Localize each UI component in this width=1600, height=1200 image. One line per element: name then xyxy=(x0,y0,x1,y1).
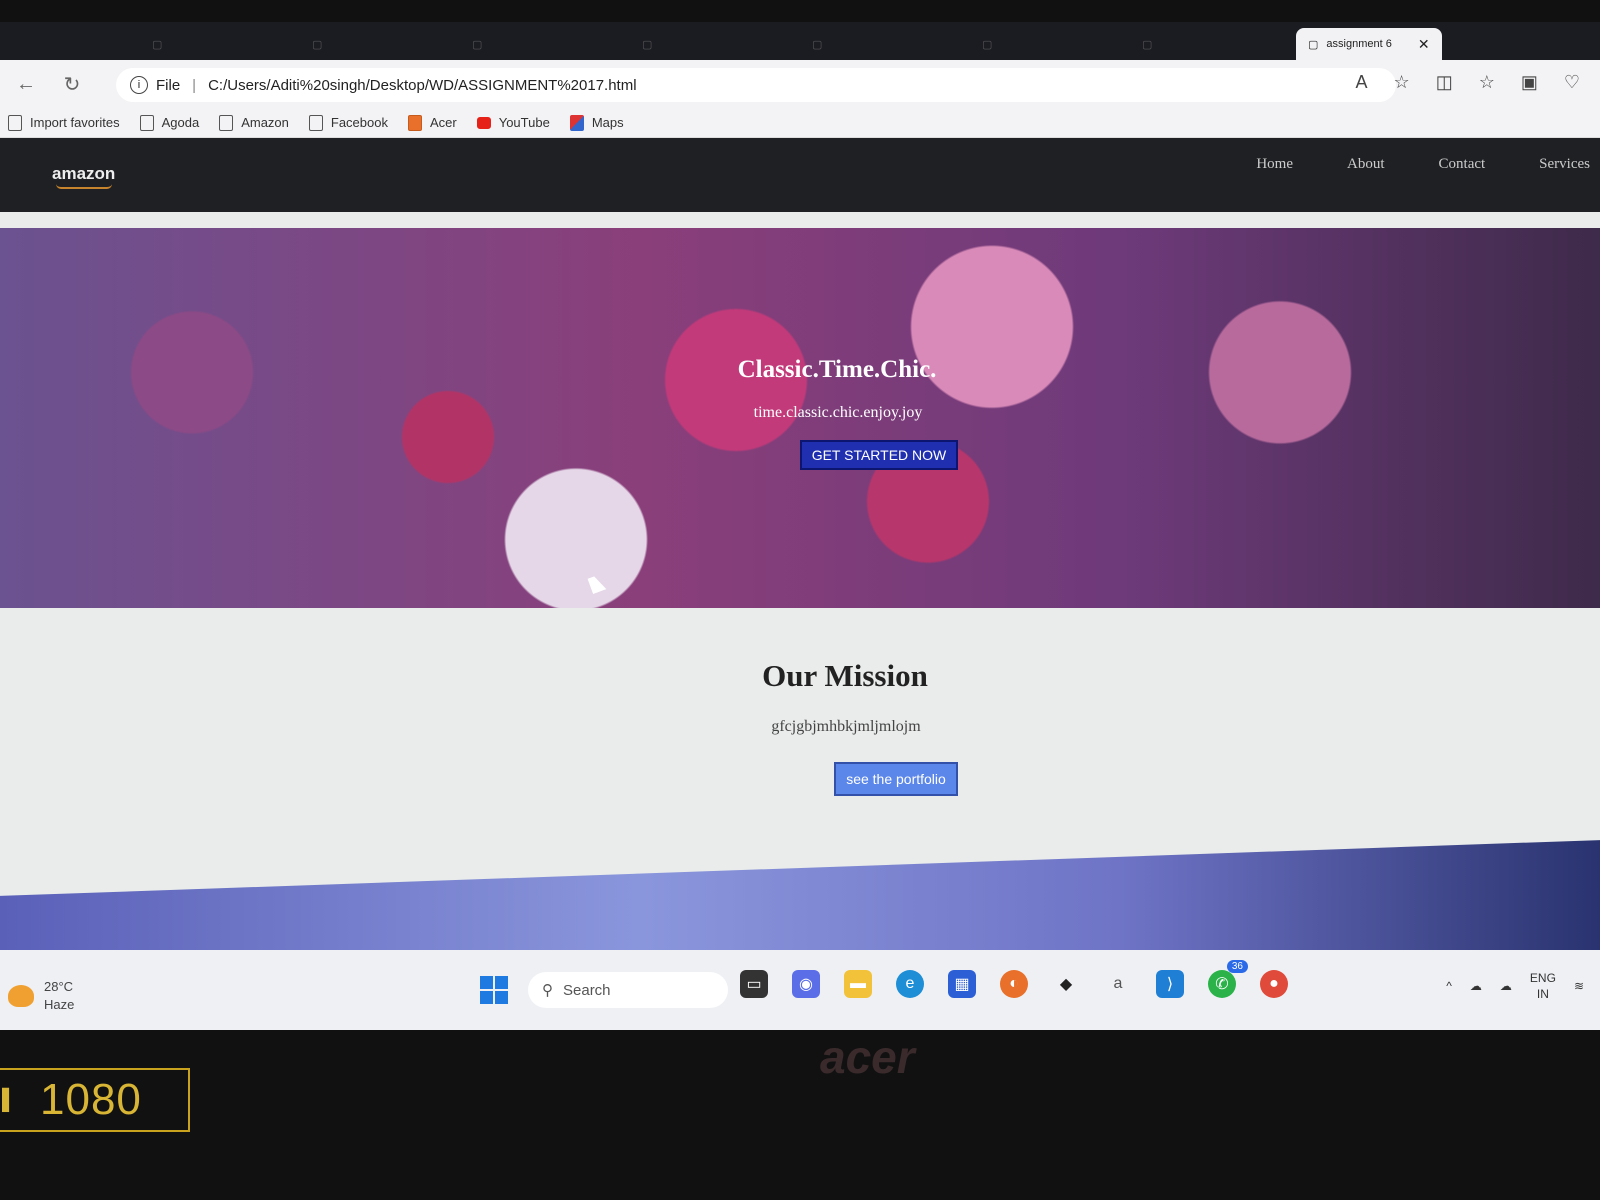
amazon-icon[interactable]: a xyxy=(1104,970,1132,998)
bookmark-amazon[interactable]: Amazon xyxy=(219,114,289,131)
site-navbar: amazon Home About Contact Services xyxy=(0,138,1600,212)
bookmarks-bar: Import favorites Agoda Amazon Facebook A… xyxy=(0,108,1600,138)
browser-toolbar: ← ↻ i File | C:/Users/Aditi%20singh/Desk… xyxy=(0,60,1600,108)
resolution-value: 1080 xyxy=(40,1075,142,1124)
maps-icon xyxy=(569,114,584,131)
firefox-icon[interactable]: ◐ xyxy=(1000,970,1028,998)
nav-contact[interactable]: Contact xyxy=(1439,156,1486,173)
whatsapp-icon[interactable]: ✆ 36 xyxy=(1208,960,1248,998)
hero-subtitle: time.classic.chic.enjoy.joy xyxy=(753,404,923,421)
store-icon[interactable]: ▦ xyxy=(948,970,976,998)
task-view-icon[interactable]: ▭ xyxy=(740,970,768,998)
windows-taskbar: 28°C Haze ⚲ Search ▭ ◉ ▬ e ▦ ◐ ◆ a ⟩ ✆ 36… xyxy=(0,950,1600,1030)
edge-icon[interactable]: e xyxy=(896,970,924,998)
get-started-button[interactable]: GET STARTED NOW xyxy=(800,440,958,470)
scheme-label: File xyxy=(156,76,181,94)
hero-banner: Classic.Time.Chic. time.classic.chic.enj… xyxy=(0,228,1600,608)
wifi-icon[interactable]: ≋ xyxy=(1574,979,1584,993)
page-icon xyxy=(139,114,154,131)
weather-icon xyxy=(8,985,34,1007)
bookmark-agoda[interactable]: Agoda xyxy=(139,114,200,131)
tab-active[interactable]: ▢ assignment 6 ✕ xyxy=(1296,28,1442,60)
refresh-button[interactable]: ↻ xyxy=(52,72,92,97)
language-code: ENG xyxy=(1529,971,1556,985)
site-menu: Home About Contact Services xyxy=(1256,156,1590,173)
resolution-overlay: ▌ 1080 xyxy=(0,1068,190,1132)
bookmark-label: Maps xyxy=(591,115,624,130)
divider: | xyxy=(192,76,197,94)
cloud-icon[interactable]: ☁ xyxy=(1470,979,1482,993)
bookmark-youtube[interactable]: YouTube xyxy=(476,115,550,130)
acer-bezel-logo: acer xyxy=(820,1031,915,1083)
mission-text: gfcjgbjmhbkjmljmlojm xyxy=(771,718,921,735)
bookmark-acer[interactable]: Acer xyxy=(407,114,457,131)
bookmark-maps[interactable]: Maps xyxy=(569,114,624,131)
tab-inactive[interactable]: ▢ xyxy=(460,28,494,60)
address-bar[interactable]: i File | C:/Users/Aditi%20singh/Desktop/… xyxy=(116,68,1396,102)
tab-inactive[interactable]: ▢ xyxy=(1130,28,1164,60)
tab-inactive[interactable]: ▢ xyxy=(630,28,664,60)
tab-title: assignment 6 xyxy=(1326,38,1392,50)
bookmark-facebook[interactable]: Facebook xyxy=(308,114,388,131)
vscode-icon[interactable]: ⟩ xyxy=(1156,970,1184,998)
site-logo[interactable]: amazon xyxy=(52,164,115,189)
nav-home[interactable]: Home xyxy=(1256,156,1293,173)
nav-about[interactable]: About xyxy=(1347,156,1385,173)
file-explorer-icon[interactable]: ▬ xyxy=(844,970,872,998)
hd-label-icon: ▌ xyxy=(2,1089,17,1111)
bookmark-label: Facebook xyxy=(330,115,388,130)
tab-inactive[interactable]: ▢ xyxy=(800,28,834,60)
split-screen-icon[interactable]: ◫ xyxy=(1436,72,1453,93)
extensions-icon[interactable]: ♡ xyxy=(1564,72,1580,93)
bookmark-label: YouTube xyxy=(498,115,550,130)
taskbar-search[interactable]: ⚲ Search xyxy=(528,972,728,1008)
bookmark-label: Agoda xyxy=(161,115,200,130)
bookmark-label: Acer xyxy=(429,115,457,130)
bookmark-label: Import favorites xyxy=(30,115,120,130)
dropbox-icon[interactable]: ◆ xyxy=(1052,970,1080,998)
region-code: IN xyxy=(1536,987,1549,1001)
url-text[interactable]: C:/Users/Aditi%20singh/Desktop/WD/ASSIGN… xyxy=(208,77,636,94)
tab-inactive[interactable]: ▢ xyxy=(300,28,334,60)
page-icon xyxy=(308,114,323,131)
tab-inactive[interactable]: ▢ xyxy=(970,28,1004,60)
read-aloud-icon[interactable]: A xyxy=(1356,72,1368,93)
back-button[interactable]: ← xyxy=(6,73,46,96)
taskbar-apps: ▭ ◉ ▬ e ▦ ◐ ◆ a ⟩ ✆ 36 ● xyxy=(740,960,1288,998)
weather-temp: 28°C xyxy=(44,979,74,994)
page-icon xyxy=(219,114,234,131)
collections-icon[interactable]: ▣ xyxy=(1521,72,1538,93)
search-placeholder: Search xyxy=(563,981,611,999)
youtube-icon xyxy=(476,116,491,129)
page-icon: ▢ xyxy=(1308,38,1319,51)
hero-title: Classic.Time.Chic. xyxy=(737,356,937,383)
chevron-up-icon[interactable]: ^ xyxy=(1446,979,1452,993)
chrome-icon[interactable]: ● xyxy=(1260,970,1288,998)
language-indicator[interactable]: ENG IN xyxy=(1530,970,1556,1002)
close-icon[interactable]: ✕ xyxy=(1418,36,1430,53)
import-icon xyxy=(8,114,22,131)
toolbar-icons: A ☆ ◫ ☆ ▣ ♡ xyxy=(1356,72,1580,93)
weather-condition: Haze xyxy=(44,997,75,1012)
portfolio-button[interactable]: see the portfolio xyxy=(834,762,958,796)
info-icon[interactable]: i xyxy=(130,76,148,94)
web-page: amazon Home About Contact Services Class… xyxy=(0,138,1600,960)
system-tray: ^ ☁ ☁ ENG IN ≋ xyxy=(1446,970,1584,1002)
windows-start-icon[interactable] xyxy=(480,976,508,1004)
folder-icon xyxy=(407,114,422,131)
bookmark-import-favorites[interactable]: Import favorites xyxy=(8,114,120,131)
notification-badge: 36 xyxy=(1226,960,1248,973)
search-icon: ⚲ xyxy=(542,982,553,999)
bookmark-label: Amazon xyxy=(241,115,289,130)
tab-strip: ▢ ▢ ▢ ▢ ▢ ▢ ▢ ▢ assignment 6 ✕ xyxy=(0,22,1600,60)
star-icon[interactable]: ☆ xyxy=(1394,72,1410,93)
chat-icon[interactable]: ◉ xyxy=(792,970,820,998)
footer-image-band xyxy=(0,840,1600,960)
mission-title: Our Mission xyxy=(762,658,928,693)
nav-services[interactable]: Services xyxy=(1539,156,1590,173)
onedrive-icon[interactable]: ☁ xyxy=(1500,979,1512,993)
favorites-icon[interactable]: ☆ xyxy=(1479,72,1495,93)
weather-widget[interactable]: 28°C Haze xyxy=(8,978,74,1014)
tab-inactive[interactable]: ▢ xyxy=(140,28,174,60)
